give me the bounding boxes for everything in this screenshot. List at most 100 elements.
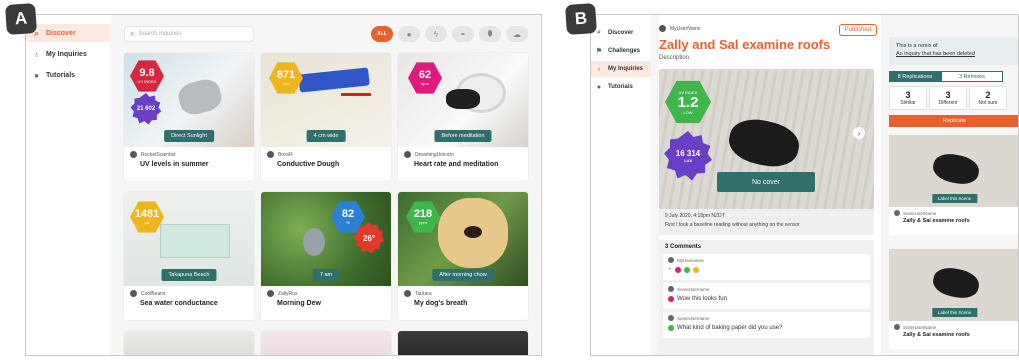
inquiry-icon: ♁ xyxy=(33,49,40,59)
inquiry-card[interactable] xyxy=(261,331,391,355)
water-container xyxy=(160,224,230,258)
inquiry-card[interactable]: 82% 26° 7 am ZallyRox Morning Dew xyxy=(261,192,391,320)
no-cover-button[interactable]: No cover xyxy=(717,172,815,192)
flag-icon: ⚑ xyxy=(595,48,603,55)
comments-title: 3 Comments xyxy=(665,244,702,250)
plus-icon[interactable]: + xyxy=(668,267,672,273)
tab-replications[interactable]: 8 Replications xyxy=(889,71,941,82)
card-image xyxy=(398,331,528,355)
replication-card[interactable]: Label this Scene SomeUserName Zally & Sa… xyxy=(889,135,1018,235)
avatar xyxy=(668,257,674,263)
status-badge[interactable]: Published xyxy=(838,24,877,36)
nav-item-discover[interactable]: ⌕ Discover xyxy=(26,24,110,42)
inquiry-card[interactable]: 9.8 UV INDEX 21 602 Direct Sunlight Rocke… xyxy=(124,53,254,181)
reaction-similar[interactable]: 3 Similar xyxy=(889,86,927,110)
sensor-device xyxy=(930,264,982,302)
comment: SomeUsername What kind of baking paper d… xyxy=(663,312,870,338)
search-placeholder: Search inquiries xyxy=(138,31,182,37)
heart-icon[interactable] xyxy=(674,267,681,273)
filter-all-button[interactable]: ALL xyxy=(371,26,393,42)
replication-title: Zally & Sal examine roofs xyxy=(903,218,970,224)
tab-remixes[interactable]: 3 Remixes xyxy=(941,71,1003,82)
lightning-icon: ϟ xyxy=(433,29,439,39)
nav-label: Tutorials xyxy=(608,84,633,90)
replication-title: Zally & Sal examine roofs xyxy=(903,332,970,338)
card-user: CoolBeans xyxy=(124,286,254,297)
label-scene-button[interactable]: Label this Scene xyxy=(931,308,978,317)
nav-item-tutorials[interactable]: ● Tutorials xyxy=(591,79,651,95)
nav-item-my-inquiries[interactable]: ♁ My Inquiries xyxy=(26,45,110,63)
heart-rate-badge: 62 bpm xyxy=(408,62,442,94)
avatar xyxy=(267,290,274,297)
card-caption: Direct Sunlight xyxy=(164,130,214,142)
replication-card[interactable]: Label this Scene SomeUserName Zally & Sa… xyxy=(889,249,1018,349)
filter-cloud-button[interactable]: ☁ xyxy=(506,26,528,42)
inquiry-card[interactable]: 218 ppm After morning chow Tautara My dog… xyxy=(398,192,528,320)
reaction-different[interactable]: 3 Different xyxy=(929,86,967,110)
filter-circle-button[interactable]: ● xyxy=(398,26,420,42)
replicate-button[interactable]: Replicate xyxy=(889,115,1018,127)
replication-tabs: 8 Replications 3 Remixes xyxy=(889,71,1003,82)
description: Description xyxy=(659,55,690,61)
card-title: My dog's breath xyxy=(414,300,468,307)
avatar xyxy=(894,324,900,330)
comment-user: SomeUsername xyxy=(668,286,865,292)
avatar xyxy=(668,315,674,321)
heart-icon xyxy=(668,296,674,302)
nav-item-discover[interactable]: ⌕ Discover xyxy=(591,25,651,41)
inquiry-detail-screen: ⌕ Discover ⚑ Challenges ♁ My Inquiries ●… xyxy=(590,14,1019,356)
sensor-device xyxy=(303,228,325,256)
nav-item-my-inquiries[interactable]: ♁ My Inquiries xyxy=(591,61,651,77)
filter-lightning-button[interactable]: ϟ xyxy=(425,26,447,42)
reading-note: First I took a baseline reading without … xyxy=(665,222,800,228)
inquiry-card[interactable] xyxy=(124,331,254,355)
droplet-icon: ⬮ xyxy=(487,29,493,38)
question-icon[interactable] xyxy=(683,267,690,273)
dog-nose xyxy=(464,226,482,238)
comment-composer[interactable]: MyUsername + xyxy=(663,254,870,280)
avatar xyxy=(659,25,666,32)
remix-link[interactable]: An inquiry that has been deleted xyxy=(896,51,975,57)
card-user: DreamingUnicorn xyxy=(398,147,528,158)
replications-panel: This is a remix of An inquiry that has b… xyxy=(889,15,1018,355)
avatar xyxy=(894,210,900,216)
inquiry-main: MyUserName Published Zally and Sal exami… xyxy=(659,15,881,355)
wire xyxy=(341,93,371,96)
inquiry-card[interactable] xyxy=(398,331,528,355)
avatar xyxy=(130,151,137,158)
card-title: Morning Dew xyxy=(277,300,321,307)
inquiry-card[interactable]: 871 cm 4 cm wide BossR Conductive Dough xyxy=(261,53,391,181)
avatar xyxy=(130,290,137,297)
card-caption: 7 am xyxy=(312,269,340,281)
reaction-picker[interactable]: + xyxy=(668,267,865,273)
sidebar: ⌕ Discover ♁ My Inquiries ● Tutorials xyxy=(26,15,110,355)
cloud-icon: ☁ xyxy=(513,29,521,39)
hero-image: UV INDEX 1.2 LOW 16 314 LUX › No cover xyxy=(659,69,874,209)
filter-lips-button[interactable]: ◓ xyxy=(452,26,474,42)
label-scene-button[interactable]: Label this Scene xyxy=(931,194,978,203)
inquiry-card[interactable]: 62 bpm Before meditation DreamingUnicorn … xyxy=(398,53,528,181)
nav-label: My Inquiries xyxy=(608,66,644,72)
inquiry-icon: ♁ xyxy=(596,65,602,73)
card-user: ZallyRox xyxy=(261,286,391,297)
discover-screen: ⌕ Discover ♁ My Inquiries ● Tutorials ⌕ … xyxy=(25,14,542,356)
question-icon: ● xyxy=(34,70,39,80)
search-icon: ⌕ xyxy=(597,29,601,36)
sensor-device xyxy=(446,89,480,109)
comment-text: Wow this looks fun xyxy=(668,296,865,302)
comment-user: SomeUsername xyxy=(668,315,865,321)
reaction-not-sure[interactable]: 2 Not sure xyxy=(969,86,1007,110)
inquiry-card[interactable]: 1481 μS Takapuna Beach CoolBeans Sea wate… xyxy=(124,192,254,320)
filter-bar: ALL ● ϟ ◓ ⬮ ☁ xyxy=(371,26,528,42)
nav-label: Tutorials xyxy=(46,71,76,79)
search-input[interactable]: ⌕ Search inquiries xyxy=(124,26,254,42)
filter-droplet-button[interactable]: ⬮ xyxy=(479,26,501,42)
bulb-icon[interactable] xyxy=(692,267,699,273)
chevron-right-icon: › xyxy=(857,128,861,138)
next-arrow-button[interactable]: › xyxy=(853,127,865,139)
reading-meta: 9 July 2020, 4:18pm NZDT First I took a … xyxy=(659,209,874,235)
avatar xyxy=(267,151,274,158)
card-image: 871 cm 4 cm wide xyxy=(261,53,391,147)
nav-item-tutorials[interactable]: ● Tutorials xyxy=(26,66,110,84)
nav-item-challenges[interactable]: ⚑ Challenges xyxy=(591,43,651,59)
